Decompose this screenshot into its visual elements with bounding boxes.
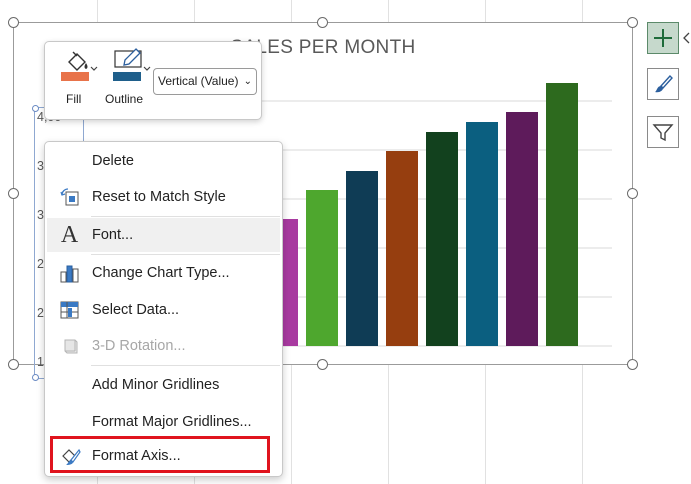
select-data-icon	[60, 301, 78, 319]
chart-filters-button[interactable]	[647, 116, 679, 148]
menu-item-label: Format Axis...	[92, 448, 181, 464]
chart-resize-handle-right[interactable]	[627, 188, 638, 199]
outline-label: Outline	[105, 92, 144, 106]
chevron-left-icon	[683, 32, 690, 44]
chart-resize-handle-top-left[interactable]	[8, 17, 19, 28]
chart-bar[interactable]	[546, 83, 578, 346]
format-axis-icon	[61, 448, 81, 465]
chart-resize-handle-top-right[interactable]	[627, 17, 638, 28]
menu-separator	[91, 216, 280, 217]
chevron-down-icon[interactable]	[90, 66, 98, 72]
chart-bar[interactable]	[506, 112, 538, 346]
filter-icon	[652, 124, 674, 142]
menu-item-delete[interactable]: Delete	[47, 144, 280, 178]
menu-item-select-data[interactable]: Select Data...	[47, 293, 280, 327]
chart-bar[interactable]	[346, 171, 378, 346]
menu-item-label: Reset to Match Style	[92, 189, 226, 205]
menu-item-label: Select Data...	[92, 302, 180, 318]
menu-item-change-chart-type[interactable]: Change Chart Type...	[47, 256, 280, 290]
chart-bar[interactable]	[426, 132, 458, 346]
menu-item-font[interactable]: A Font...	[47, 218, 280, 252]
menu-separator	[91, 365, 280, 366]
outline-color-swatch	[113, 72, 141, 81]
reset-style-icon	[59, 188, 78, 206]
menu-item-label: Change Chart Type...	[92, 265, 230, 281]
chart-bar[interactable]	[466, 122, 498, 346]
menu-separator	[91, 254, 280, 255]
pen-outline-icon	[114, 48, 142, 68]
chart-element-select-value: Vertical (Value)	[158, 74, 239, 88]
menu-item-label: Font...	[92, 227, 134, 243]
fill-button[interactable]: Fill	[59, 48, 99, 118]
chevron-down-icon[interactable]	[143, 66, 151, 72]
plus-icon	[654, 29, 672, 47]
fill-color-swatch	[61, 72, 89, 81]
chart-resize-handle-bottom[interactable]	[317, 359, 328, 370]
menu-item-reset-to-match-style[interactable]: Reset to Match Style	[47, 180, 280, 214]
chevron-down-icon: ⌄	[243, 76, 252, 87]
axis-selection-handle[interactable]	[32, 105, 39, 112]
menu-item-3d-rotation: 3-D Rotation...	[47, 329, 280, 363]
fill-label: Fill	[66, 92, 82, 106]
menu-item-label: Add Minor Gridlines	[92, 377, 220, 393]
chart-resize-handle-bottom-left[interactable]	[8, 359, 19, 370]
menu-item-label: Delete	[92, 153, 134, 169]
chart-element-select[interactable]: Vertical (Value) ⌄	[153, 68, 257, 95]
menu-item-format-axis[interactable]: Format Axis...	[47, 439, 280, 473]
chart-bar[interactable]	[386, 151, 418, 346]
chart-styles-button[interactable]	[647, 68, 679, 100]
menu-item-label: 3-D Rotation...	[92, 338, 186, 354]
rotation-icon	[64, 339, 77, 354]
context-menu: Delete Reset to Match Style A Font... Ch…	[44, 141, 283, 477]
axis-selection-handle[interactable]	[32, 374, 39, 381]
chart-bar[interactable]	[306, 190, 338, 346]
outline-button[interactable]: Outline	[105, 48, 153, 118]
chart-elements-button[interactable]	[647, 22, 679, 54]
chart-type-icon	[60, 265, 78, 283]
menu-item-format-major-gridlines[interactable]: Format Major Gridlines...	[47, 405, 280, 439]
chart-resize-handle-bottom-right[interactable]	[627, 359, 638, 370]
chart-resize-handle-top[interactable]	[317, 17, 328, 28]
menu-item-label: Format Major Gridlines...	[92, 414, 252, 430]
brush-icon	[655, 74, 673, 93]
font-icon: A	[60, 221, 79, 248]
chart-resize-handle-left[interactable]	[8, 188, 19, 199]
mini-toolbar: Fill Outline Vertical (Value) ⌄	[44, 41, 262, 120]
menu-item-add-minor-gridlines[interactable]: Add Minor Gridlines	[47, 368, 280, 402]
